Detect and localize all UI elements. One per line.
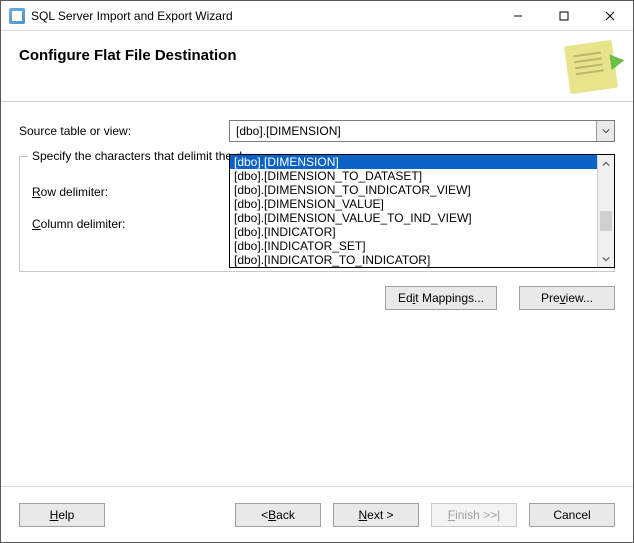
app-icon (9, 8, 25, 24)
preview-button[interactable]: Preview... (519, 286, 615, 310)
scroll-up-button[interactable] (598, 155, 614, 172)
dropdown-scrollbar[interactable] (597, 155, 614, 267)
dropdown-option[interactable]: [dbo].[INDICATOR_SET] (230, 239, 597, 253)
next-button[interactable]: Next > (333, 503, 419, 527)
select-value: [dbo].[DIMENSION] (230, 124, 596, 138)
groupbox-legend: Specify the characters that delimit the … (28, 149, 246, 163)
row-delimiter-label: Row delimiter: (32, 185, 232, 199)
dropdown-option[interactable]: [dbo].[INDICATOR_TO_INDICATOR] (230, 253, 597, 267)
source-table-dropdown[interactable]: [dbo].[DIMENSION][dbo].[DIMENSION_TO_DAT… (229, 154, 615, 268)
dropdown-option[interactable]: [dbo].[DIMENSION_TO_INDICATOR_VIEW] (230, 183, 597, 197)
dropdown-option[interactable]: [dbo].[DIMENSION_TO_DATASET] (230, 169, 597, 183)
close-button[interactable] (587, 1, 633, 30)
wizard-window: SQL Server Import and Export Wizard Conf… (0, 0, 634, 543)
dropdown-option[interactable]: [dbo].[DIMENSION] (230, 155, 597, 169)
minimize-button[interactable] (495, 1, 541, 30)
scroll-thumb[interactable] (600, 211, 612, 231)
dropdown-option[interactable]: [dbo].[DIMENSION_VALUE_TO_IND_VIEW] (230, 211, 597, 225)
dropdown-option[interactable]: [dbo].[DIMENSION_VALUE] (230, 197, 597, 211)
maximize-button[interactable] (541, 1, 587, 30)
column-delimiter-label: Column delimiter: (32, 217, 232, 231)
window-title: SQL Server Import and Export Wizard (31, 9, 495, 23)
finish-button: Finish >>| (431, 503, 517, 527)
scroll-down-button[interactable] (598, 250, 614, 267)
title-bar[interactable]: SQL Server Import and Export Wizard (1, 1, 633, 31)
source-table-select[interactable]: [dbo].[DIMENSION] (229, 120, 615, 142)
wizard-body: Source table or view: [dbo].[DIMENSION] … (1, 102, 633, 486)
source-label: Source table or view: (19, 124, 229, 138)
wizard-header: Configure Flat File Destination (1, 31, 633, 102)
cancel-button[interactable]: Cancel (529, 503, 615, 527)
wizard-step-icon (564, 40, 618, 94)
help-button[interactable]: Help (19, 503, 105, 527)
dropdown-option[interactable]: [dbo].[INDICATOR] (230, 225, 597, 239)
wizard-footer: Help < Back Next > Finish >>| Cancel (1, 486, 633, 542)
page-title: Configure Flat File Destination (19, 43, 567, 64)
chevron-down-icon[interactable] (596, 121, 614, 141)
edit-mappings-button[interactable]: Edit Mappings... (385, 286, 497, 310)
back-button[interactable]: < Back (235, 503, 321, 527)
